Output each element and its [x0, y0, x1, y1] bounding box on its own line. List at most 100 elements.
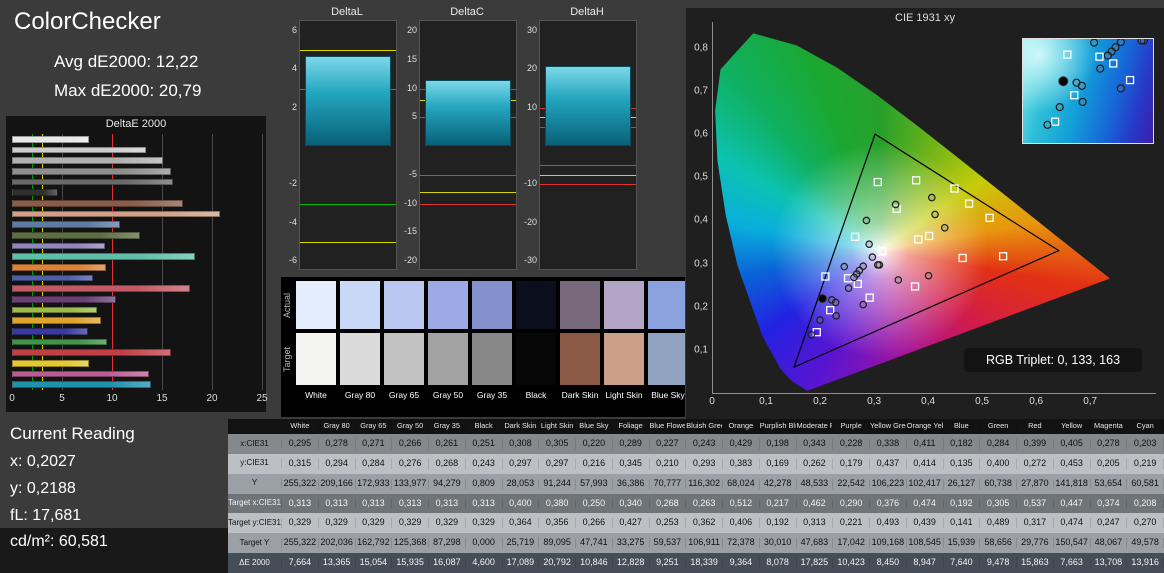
axis-tick-label: -10	[403, 197, 417, 208]
table-row: x:CIE31 0,295 0,278 0,271 0,266 0,261 0,251 0,3…	[228, 434, 1164, 454]
table-cell: 17,825	[797, 558, 834, 569]
target-point	[1109, 59, 1118, 68]
actual-swatch[interactable]	[296, 281, 336, 329]
target-swatch[interactable]	[648, 333, 685, 385]
de-bar-orange	[12, 264, 106, 271]
target-swatch[interactable]	[384, 333, 424, 385]
target-swatch[interactable]	[340, 333, 380, 385]
swatch-column-gray-35: Gray 35	[472, 277, 512, 417]
colorchecker-window: ColorChecker Avg dE2000: 12,22 Max dE200…	[0, 0, 1164, 573]
deltac-y-axis: 20 15 10 5 -5 -10 -15 -20	[403, 20, 419, 270]
table-cell: 0,406	[723, 518, 760, 529]
table-cell: 0,289	[613, 438, 650, 449]
actual-swatch[interactable]	[648, 281, 685, 329]
row-label: y:CIE31	[228, 459, 282, 469]
table-cell: 0,453	[1054, 458, 1091, 469]
swatch-label: Black	[525, 390, 547, 400]
page-title: ColorChecker	[14, 8, 161, 35]
measured-point	[1055, 103, 1064, 112]
table-cell: 0,462	[797, 498, 834, 509]
table-cell: 0,343	[797, 438, 834, 449]
table-cell: 22,542	[833, 478, 870, 489]
swatch-label: Gray 80	[344, 390, 376, 400]
axis-tick-label: 5	[411, 111, 417, 122]
reference-line	[540, 184, 636, 186]
table-cell: 0,329	[356, 518, 393, 529]
target-point	[865, 293, 874, 302]
measured-point	[859, 300, 867, 309]
measured-point	[850, 273, 858, 282]
row-label: Target y:CIE31	[228, 518, 282, 528]
table-cell: 0,313	[356, 498, 393, 509]
de-bar-light-skin	[12, 210, 220, 218]
column-header: Green	[980, 422, 1017, 431]
current-reading-cdm2: cd/m²: 60,581	[10, 533, 108, 550]
table-cell: 0,405	[1054, 438, 1091, 449]
table-cell: 48,533	[797, 478, 834, 489]
actual-swatch[interactable]	[340, 281, 380, 329]
column-header: Red	[1017, 422, 1054, 431]
measured-point	[940, 223, 949, 232]
actual-swatch[interactable]	[560, 281, 600, 329]
table-cell: 0,295	[282, 438, 319, 449]
target-swatch[interactable]	[428, 333, 468, 385]
actual-swatch[interactable]	[604, 281, 644, 329]
table-cell: 18,339	[686, 558, 723, 569]
axis-tick-label: 0	[9, 393, 15, 404]
target-point	[914, 235, 923, 244]
rgb-triplet-readout: RGB Triplet: 0, 133, 163	[964, 348, 1142, 372]
table-cell: 0,263	[686, 498, 723, 509]
actual-swatch[interactable]	[384, 281, 424, 329]
delta-bar	[305, 55, 391, 146]
actual-swatch[interactable]	[516, 281, 556, 329]
axis-tick-label: 0,2	[694, 301, 708, 313]
table-cell: 0,313	[282, 498, 319, 509]
table-cell: 8,947	[907, 558, 944, 569]
measured-point	[927, 193, 936, 202]
column-header: Gray 35	[429, 422, 466, 431]
table-cell: 0,329	[319, 518, 356, 529]
table-cell: 0,376	[870, 498, 907, 509]
target-point	[877, 246, 887, 256]
target-swatch[interactable]	[560, 333, 600, 385]
axis-tick-label: 0,3	[867, 396, 882, 407]
target-swatch[interactable]	[296, 333, 336, 385]
column-header: Blue Flower	[649, 422, 687, 431]
table-cell: 108,545	[907, 538, 944, 549]
target-swatch[interactable]	[604, 333, 644, 385]
table-cell: 0,251	[466, 438, 503, 449]
table-cell: 0,340	[613, 498, 650, 509]
gridline	[262, 134, 263, 390]
table-cell: 0,383	[723, 458, 760, 469]
table-cell: 172,933	[356, 478, 393, 489]
table-cell: 9,478	[980, 558, 1017, 569]
target-swatch[interactable]	[516, 333, 556, 385]
table-cell: 0,243	[686, 438, 723, 449]
table-cell: 209,166	[319, 478, 356, 489]
actual-swatch[interactable]	[472, 281, 512, 329]
table-cell: 13,916	[1127, 558, 1164, 569]
actual-swatch[interactable]	[428, 281, 468, 329]
table-cell: 0,429	[723, 438, 760, 449]
table-cell: 162,792	[356, 538, 393, 549]
column-header: Cyan	[1127, 422, 1164, 431]
column-header: Purplish Blue	[759, 422, 797, 431]
measured-point	[1090, 38, 1099, 47]
table-cell: 15,939	[944, 538, 981, 549]
measured-point	[891, 200, 900, 209]
de-bar-cyan	[12, 381, 152, 388]
table-cell: 0,489	[980, 518, 1017, 529]
table-cell: 0,380	[539, 498, 576, 509]
table-cell: 0,474	[1054, 518, 1091, 529]
de-bar-foliage	[12, 232, 141, 239]
table-cell: 0,250	[576, 498, 613, 509]
column-header: Gray 65	[356, 422, 393, 431]
deltae-x-axis: 0 5 10 15 20 25	[9, 393, 267, 407]
table-cell: 0,400	[503, 498, 540, 509]
de-bar-orange-yellow	[12, 317, 102, 324]
table-row: Target Y 255,322 202,036 162,792 125,368 87,2…	[228, 533, 1164, 554]
axis-tick-label: -30	[523, 255, 537, 265]
table-cell: 0,179	[833, 458, 870, 469]
measured-point	[807, 330, 816, 339]
target-swatch[interactable]	[472, 333, 512, 385]
